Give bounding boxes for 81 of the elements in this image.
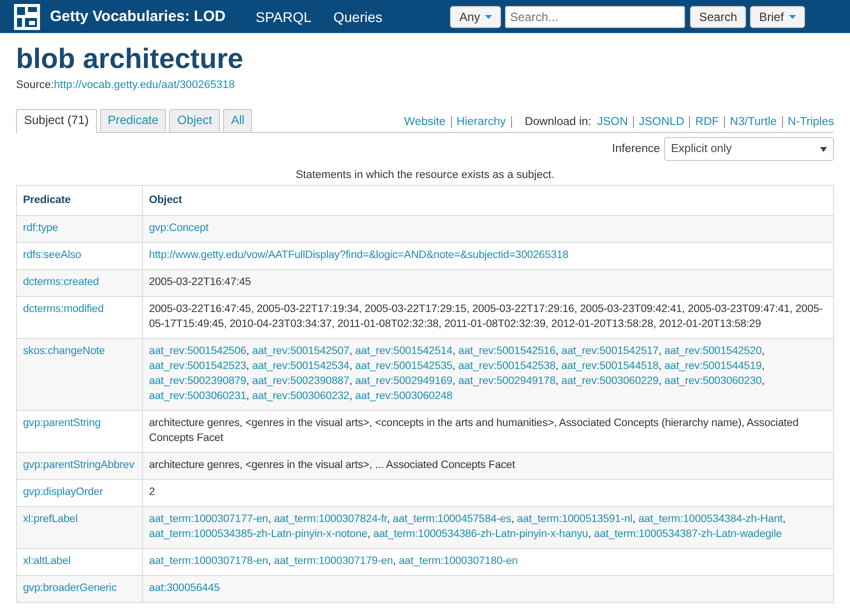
predicate-link[interactable]: dcterms:modified: [23, 303, 104, 315]
object-link[interactable]: aat_rev:5001542535: [355, 360, 452, 372]
object-link[interactable]: aat_term:1000307179-en: [274, 555, 393, 567]
download-link[interactable]: N3/Turtle: [730, 116, 777, 128]
object-link[interactable]: aat_rev:5003060248: [355, 390, 452, 402]
page-title: blob architecture: [16, 43, 244, 75]
view-link[interactable]: Website: [404, 116, 446, 128]
caret-icon: [485, 14, 492, 18]
object-link[interactable]: aat_term:1000307824-fr: [274, 513, 387, 525]
download-link[interactable]: RDF: [695, 116, 719, 128]
predicate-link[interactable]: xl:prefLabel: [23, 513, 78, 525]
object-link[interactable]: aat_rev:5001542534: [252, 360, 350, 372]
object-cell: architecture genres, <genres in the visual arts>, ... Associated Concepts Facet: [142, 452, 834, 480]
download-link[interactable]: N-Triples: [788, 116, 834, 128]
object-link[interactable]: aat_rev:5002949178: [458, 375, 556, 387]
tab[interactable]: Predicate: [100, 109, 166, 132]
object-link[interactable]: aat_rev:5003060230: [664, 375, 762, 387]
object-link[interactable]: aat_rev:5001544518: [561, 360, 659, 372]
object-cell: 2005-03-22T16:47:45: [142, 270, 834, 296]
nav-link[interactable]: Queries: [333, 8, 382, 24]
object-link[interactable]: aat_rev:5001542516: [458, 345, 556, 357]
dropdown-arrow-icon: [820, 146, 827, 152]
object-cell: aat_term:1000307177-en, aat_term:1000307824-fr, aat_term:1000457584-es, aat_term:1000513591-nl, aat_term:1000534384-zh-Hant, aat_term:1000534385-zh-Latn-pinyin-x-notone, aat_term:1000534386-zh-Latn-pinyin-x-hanyu, aat_term:1000534387-zh-Latn-wadegile: [142, 506, 834, 548]
object-link[interactable]: aat_term:1000307180-en: [398, 555, 518, 567]
source-label: Source:: [16, 79, 54, 91]
source-link[interactable]: http://vocab.getty.edu/aat/300265318: [54, 79, 235, 91]
caret-icon: [788, 14, 796, 18]
object-link[interactable]: aat_rev:5001542506: [149, 345, 246, 357]
site-brand[interactable]: Getty Vocabularies: LOD: [50, 8, 226, 25]
inference-label: Inference: [612, 143, 660, 155]
search-button[interactable]: Search: [690, 6, 746, 28]
predicate-link[interactable]: gvp:broaderGeneric: [23, 582, 117, 594]
download-label: Download in:: [524, 116, 592, 128]
table-caption: Statements in which the resource exists as a subject.: [294, 169, 556, 181]
predicate-link[interactable]: xl:altLabel: [23, 555, 71, 567]
object-link[interactable]: aat_term:1000534385-zh-Latn-pinyin-x-notone: [149, 528, 368, 540]
object-link[interactable]: http://www.getty.edu/vow/AATFullDisplay?find=&logic=AND&note=&subjectid=300265318: [149, 249, 568, 261]
column-header: Predicate: [16, 186, 142, 216]
download-link[interactable]: JSON: [597, 116, 628, 128]
object-link[interactable]: aat_term:1000534384-zh-Hant: [638, 513, 783, 525]
logo-icon[interactable]: [14, 4, 40, 30]
object-link[interactable]: aat_rev:5001542514: [355, 345, 452, 357]
object-link[interactable]: aat_rev:5001542517: [561, 345, 659, 357]
object-link[interactable]: aat_rev:5002390887: [252, 375, 350, 387]
scope-dropdown[interactable]: Any: [450, 6, 502, 28]
object-link[interactable]: aat_term:1000513591-nl: [517, 513, 632, 525]
tab[interactable]: Subject (71): [16, 109, 97, 133]
predicate-link[interactable]: gvp:parentString: [23, 417, 101, 429]
download-link[interactable]: JSONLD: [638, 116, 684, 128]
object-link[interactable]: aat_rev:5001542523: [149, 360, 246, 372]
object-link[interactable]: gvp:Concept: [149, 222, 209, 234]
object-link[interactable]: aat_rev:5001542520: [664, 345, 762, 357]
predicate-link[interactable]: rdf:type: [23, 222, 58, 234]
object-link[interactable]: aat:300056445: [149, 582, 220, 594]
tab[interactable]: All: [223, 109, 252, 132]
object-link[interactable]: aat_rev:5001544519: [664, 360, 762, 372]
object-link[interactable]: aat_rev:5002390879: [149, 375, 246, 387]
object-link[interactable]: aat_rev:5003060232: [252, 390, 350, 402]
object-link[interactable]: aat_term:1000307178-en: [149, 555, 268, 567]
inference-select[interactable]: Explicit only: [664, 137, 834, 161]
predicate-link[interactable]: gvp:displayOrder: [23, 486, 104, 498]
predicate-link[interactable]: gvp:parentStringAbbrev: [23, 459, 134, 471]
object-link[interactable]: aat_rev:5002949169: [355, 375, 452, 387]
object-link[interactable]: aat_term:1000534386-zh-Latn-pinyin-x-hanyu: [373, 528, 588, 540]
predicate-link[interactable]: rdfs:seeAlso: [23, 249, 82, 261]
view-dropdown[interactable]: Brief: [750, 6, 805, 28]
predicate-link[interactable]: dcterms:created: [23, 276, 99, 288]
object-link[interactable]: aat_rev:5003060231: [149, 390, 246, 402]
predicate-link[interactable]: skos:changeNote: [23, 345, 105, 357]
column-header: Object: [142, 186, 834, 216]
nav-link[interactable]: SPARQL: [256, 8, 312, 24]
object-link[interactable]: aat_term:1000534387-zh-Latn-wadegile: [594, 528, 782, 540]
object-link[interactable]: aat_rev:5001542538: [458, 360, 556, 372]
object-link[interactable]: aat_rev:5001542507: [252, 345, 350, 357]
object-link[interactable]: aat_term:1000457584-es: [392, 513, 512, 525]
object-cell: aat_rev:5001542506, aat_rev:5001542507, aat_rev:5001542514, aat_rev:5001542516, aat_rev:5001542517, aat_rev:5001542520, aat_rev:5001542523, aat_rev:5001542534, aat_rev:5001542535, aat_rev:5001542538, aat_rev:5001544518, aat_rev:5001544519, aat_rev:5002390879, aat_rev:5002390887, aat_rev:5002949169, aat_rev:5002949178, aat_rev:5003060229, aat_rev:5003060230, aat_rev:5003060231, aat_rev:5003060232, aat_rev:5003060248: [142, 338, 834, 410]
view-link[interactable]: Hierarchy: [456, 116, 506, 128]
object-link[interactable]: aat_term:1000307177-en: [149, 513, 268, 525]
object-link[interactable]: aat_rev:5003060229: [561, 375, 659, 387]
tab[interactable]: Object: [169, 109, 220, 132]
search-field[interactable]: Search...: [505, 6, 686, 28]
